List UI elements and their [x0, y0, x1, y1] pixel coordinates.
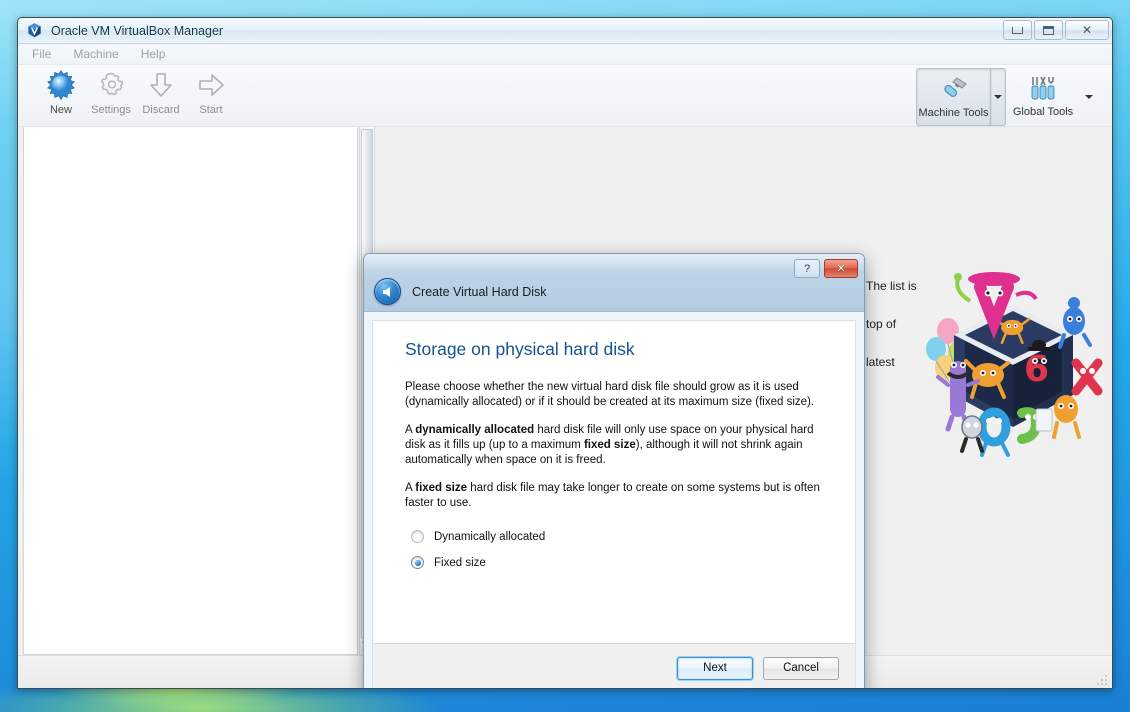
minimize-icon — [1012, 27, 1023, 34]
menu-help[interactable]: Help — [141, 47, 166, 61]
new-starburst-icon — [45, 69, 77, 101]
radio-dot-icon — [415, 560, 421, 566]
tools-set-icon — [1027, 72, 1059, 104]
toolbar: New Settings Discard — [18, 65, 1112, 127]
dialog-back-button[interactable] — [374, 278, 401, 305]
tools-group: Machine Tools — [916, 68, 1098, 126]
window-title: Oracle VM VirtualBox Manager — [51, 24, 223, 38]
dialog-close-button[interactable]: ✕ — [824, 259, 858, 278]
virtualbox-logo-icon — [26, 22, 43, 39]
radio-label: Dynamically allocated — [434, 531, 545, 543]
cancel-button[interactable]: Cancel — [763, 657, 839, 680]
machine-tools-button[interactable]: Machine Tools — [916, 68, 990, 126]
window-titlebar: Oracle VM VirtualBox Manager ✕ — [18, 18, 1112, 44]
dialog-footer: Next Cancel — [372, 643, 856, 688]
next-button[interactable]: Next — [677, 657, 753, 680]
radio-dynamically-allocated[interactable]: Dynamically allocated — [405, 530, 827, 543]
virtualbox-manager-window: Oracle VM VirtualBox Manager ✕ File Mach… — [17, 17, 1113, 689]
dialog-paragraph-1: Please choose whether the new virtual ha… — [405, 380, 827, 410]
chevron-down-icon — [994, 95, 1002, 99]
dialog-body: Storage on physical hard disk Please cho… — [372, 320, 856, 643]
dialog-titlebar: Create Virtual Hard Disk ? ✕ — [364, 254, 864, 312]
cancel-button-label: Cancel — [783, 662, 819, 674]
close-button[interactable]: ✕ — [1065, 20, 1109, 40]
radio-fixed-size[interactable]: Fixed size — [405, 556, 827, 569]
back-arrow-icon — [383, 287, 390, 297]
toolbar-label-new: New — [50, 104, 72, 116]
global-tools-group: Global Tools — [1006, 68, 1098, 126]
dialog-title: Create Virtual Hard Disk — [412, 285, 547, 299]
dialog-help-button[interactable]: ? — [794, 259, 820, 278]
virtualbox-cube-mascot-icon: 6 — [918, 269, 1108, 457]
radio-indicator — [411, 556, 424, 569]
restore-button[interactable] — [1034, 20, 1063, 40]
toolbar-button-new[interactable]: New — [36, 65, 86, 116]
global-tools-dropdown-button[interactable] — [1080, 68, 1098, 126]
window-content: The list is top of latest — [18, 127, 1112, 688]
dialog-paragraph-2: A dynamically allocated hard disk file w… — [405, 423, 827, 468]
dialog-window-controls: ? ✕ — [794, 259, 858, 278]
resize-grip-icon[interactable] — [1096, 673, 1108, 685]
toolbar-label-discard: Discard — [142, 104, 179, 116]
toolbar-button-start[interactable]: Start — [186, 65, 236, 116]
machine-tools-dropdown-button[interactable] — [990, 68, 1006, 126]
vm-list-panel[interactable] — [23, 127, 358, 655]
storage-type-radio-group: Dynamically allocated Fixed size — [405, 530, 827, 569]
toolbar-button-settings[interactable]: Settings — [86, 65, 136, 116]
close-icon: ✕ — [1082, 24, 1092, 36]
global-tools-button[interactable]: Global Tools — [1006, 68, 1080, 126]
down-arrow-icon — [145, 69, 177, 101]
machine-tools-label: Machine Tools — [918, 107, 988, 119]
next-button-label: Next — [703, 662, 727, 674]
close-icon: ✕ — [836, 262, 845, 275]
global-tools-label: Global Tools — [1013, 106, 1073, 118]
radio-indicator — [411, 530, 424, 543]
create-virtual-hard-disk-dialog: Create Virtual Hard Disk ? ✕ Storage on … — [363, 253, 865, 688]
menu-machine[interactable]: Machine — [73, 47, 118, 61]
chevron-down-icon — [1085, 95, 1093, 99]
dialog-heading: Storage on physical hard disk — [405, 339, 827, 360]
dialog-paragraph-3: A fixed size hard disk file may take lon… — [405, 481, 827, 511]
menu-file[interactable]: File — [32, 47, 51, 61]
right-arrow-icon — [195, 69, 227, 101]
radio-label: Fixed size — [434, 557, 486, 569]
minimize-button[interactable] — [1003, 20, 1032, 40]
svg-text:6: 6 — [1024, 349, 1049, 390]
toolbar-label-settings: Settings — [91, 104, 131, 116]
window-controls: ✕ — [1003, 20, 1109, 40]
help-icon: ? — [804, 263, 810, 275]
restore-icon — [1043, 26, 1054, 35]
machine-tools-group: Machine Tools — [916, 68, 1006, 126]
hammer-icon — [938, 73, 970, 105]
toolbar-label-start: Start — [199, 104, 222, 116]
toolbar-button-discard[interactable]: Discard — [136, 65, 186, 116]
gear-icon — [95, 69, 127, 101]
menubar: File Machine Help — [18, 44, 1112, 65]
